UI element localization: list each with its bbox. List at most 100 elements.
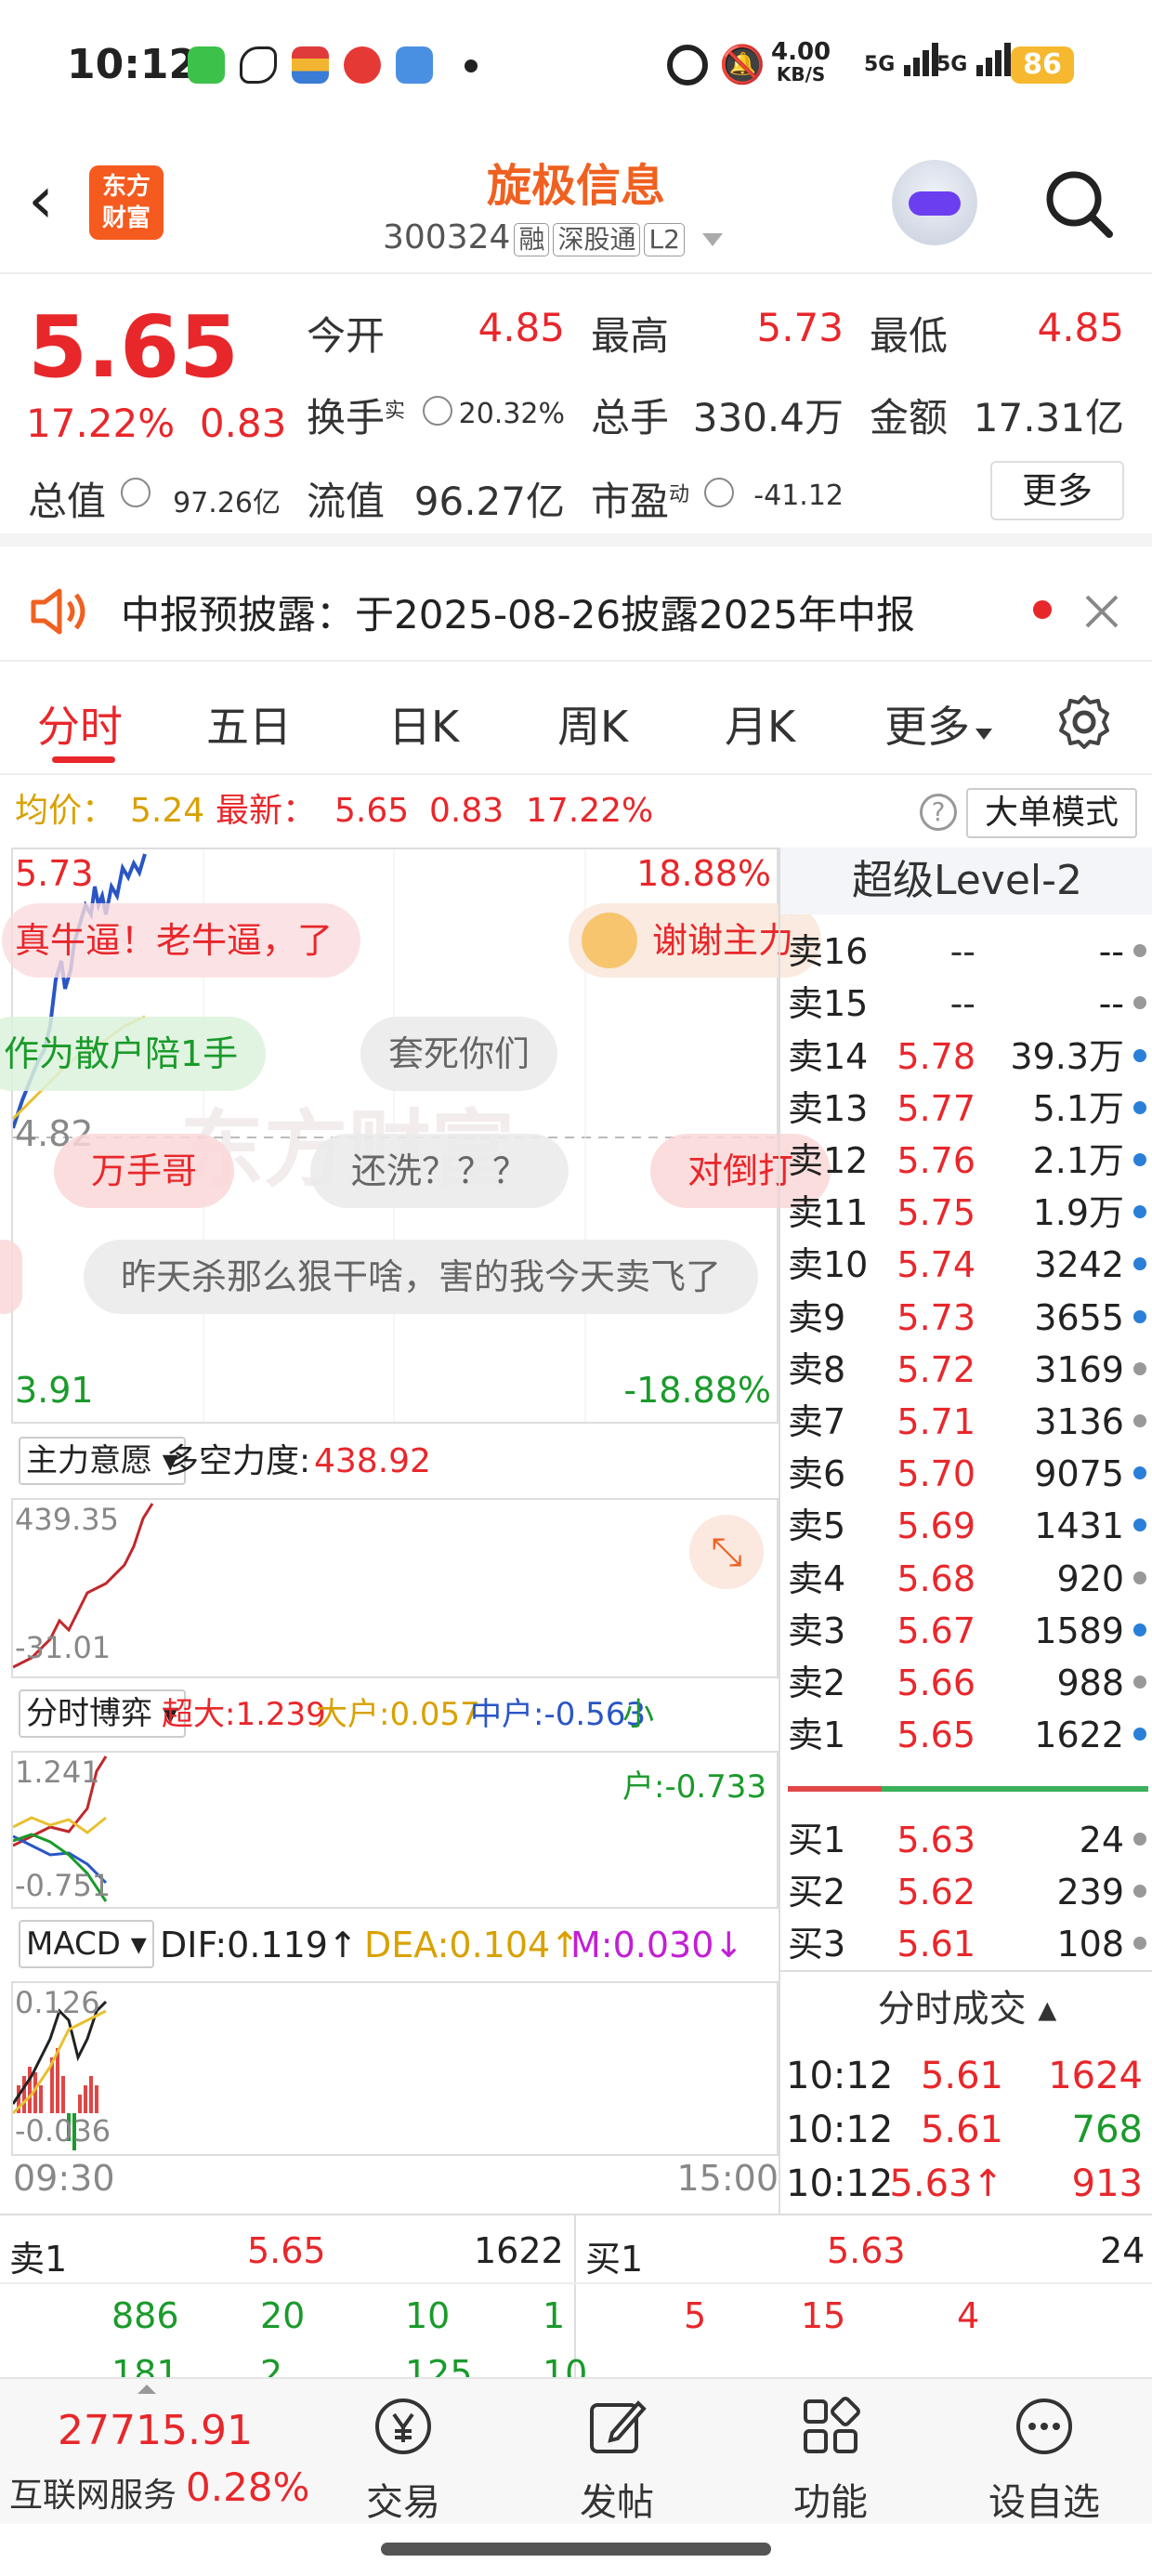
ask-row[interactable]: 卖2 5.66 988 bbox=[780, 1657, 1152, 1709]
home-indicator[interactable] bbox=[381, 2543, 771, 2556]
tab-five-day[interactable]: 五日 bbox=[206, 693, 292, 755]
ask-level-label: 卖14 bbox=[788, 1035, 869, 1077]
trade-button[interactable]: 交易 bbox=[329, 2394, 478, 2526]
deal-title[interactable]: 分时成交 ▴ bbox=[780, 1970, 1152, 2044]
tab-intraday[interactable]: 分时 bbox=[37, 693, 123, 755]
ask-price: 5.76 bbox=[897, 1140, 975, 1181]
ask-volume: 3169 bbox=[1034, 1348, 1124, 1390]
order-dot-icon bbox=[1133, 1257, 1146, 1271]
ask-level-label: 卖3 bbox=[788, 1610, 846, 1651]
ask-row[interactable]: 卖5 5.69 1431 bbox=[780, 1500, 1152, 1552]
ask-row[interactable]: 卖11 5.75 1.9万 bbox=[780, 1187, 1152, 1239]
stock-code-row[interactable]: 300324 融深股通 L2 bbox=[383, 218, 725, 256]
tab-more[interactable]: 更多 bbox=[884, 693, 994, 755]
settings-gear-icon[interactable] bbox=[1055, 693, 1113, 751]
deal-price: 5.63↑ bbox=[889, 2162, 1003, 2205]
add-watchlist-button[interactable]: 设自选 bbox=[970, 2394, 1119, 2526]
danmu-comment[interactable]: 还洗？？？ bbox=[310, 1134, 569, 1208]
ask-row[interactable]: 卖12 5.76 2.1万 bbox=[780, 1135, 1152, 1187]
game-dropdown[interactable]: 分时博弈 ▾ bbox=[19, 1689, 186, 1738]
weather-icon bbox=[396, 46, 433, 84]
amount-label: 金额 bbox=[870, 395, 949, 440]
tab-weekly-k[interactable]: 周K bbox=[557, 693, 628, 755]
ask-row[interactable]: 卖7 5.71 3136 bbox=[780, 1396, 1152, 1448]
main-force-value: 438.92 bbox=[314, 1442, 431, 1480]
ask-row[interactable]: 卖3 5.67 1589 bbox=[780, 1605, 1152, 1657]
deal-price: 5.61 bbox=[920, 2109, 1003, 2151]
tab-monthly-k[interactable]: 月K bbox=[725, 693, 795, 755]
order-dot-icon bbox=[1133, 996, 1146, 1010]
game-panel[interactable]: 1.241 -0.751 bbox=[11, 1751, 779, 1909]
bid-price: 5.62 bbox=[897, 1872, 975, 1912]
help-icon[interactable]: ? bbox=[920, 794, 957, 831]
danmu-comment[interactable]: 万手哥 bbox=[54, 1134, 235, 1208]
info-icon[interactable] bbox=[121, 478, 151, 507]
battery-icon: 86 bbox=[1011, 46, 1074, 84]
ask-volume: -- bbox=[1098, 931, 1124, 973]
bid-row[interactable]: 买3 5.61 108 bbox=[780, 1918, 1152, 1970]
ask-row[interactable]: 卖4 5.68 920 bbox=[780, 1553, 1152, 1605]
main-force-dropdown[interactable]: 主力意愿 ▾ bbox=[19, 1437, 186, 1485]
bid-row[interactable]: 买2 5.62 239 bbox=[780, 1866, 1152, 1918]
turnover-label: 换手实 bbox=[307, 395, 406, 440]
expand-up-icon[interactable] bbox=[137, 2385, 156, 2394]
robot-assistant-icon[interactable] bbox=[892, 160, 977, 245]
ask-row[interactable]: 卖6 5.70 9075 bbox=[780, 1448, 1152, 1500]
wallet-app-icon bbox=[292, 46, 329, 84]
high-label: 最高 bbox=[591, 313, 670, 359]
big-order-mode-button[interactable]: 大单模式 bbox=[966, 788, 1137, 838]
net-speed: 4.00 KB/S bbox=[771, 40, 831, 85]
macd-panel[interactable]: 0.126 -0.036 bbox=[11, 1981, 779, 2156]
quote-panel: 5.65 17.22% 0.83 今开 4.85 最高 5.73 最低 4.85… bbox=[0, 275, 1152, 546]
main-force-bottom: -31.01 bbox=[15, 1630, 111, 1665]
status-time: 10:12 bbox=[67, 41, 198, 88]
tab-daily-k[interactable]: 日K bbox=[388, 693, 459, 755]
notice-text: 中报预披露：于2025-08-26披露2025年中报 bbox=[121, 592, 915, 637]
level2-panel[interactable]: 卖17----卖16----卖15----卖145.7839.3万卖135.77… bbox=[779, 848, 1152, 2214]
ask-row[interactable]: 卖8 5.72 3169 bbox=[780, 1344, 1152, 1396]
ask-row[interactable]: 卖14 5.78 39.3万 bbox=[780, 1031, 1152, 1083]
info-icon[interactable] bbox=[704, 478, 734, 507]
deal-row: 10:12 5.63↑ 913 bbox=[780, 2156, 1152, 2212]
search-icon[interactable] bbox=[1041, 165, 1115, 240]
stock-code: 300324 bbox=[383, 218, 511, 256]
notice-bar[interactable]: 中报预披露：于2025-08-26披露2025年中报 bbox=[0, 559, 1152, 662]
ask-row[interactable]: 卖15 -- -- bbox=[780, 978, 1152, 1030]
expand-icon[interactable]: ⤡ bbox=[689, 1515, 764, 1589]
ask-price: -- bbox=[949, 983, 975, 1025]
connect-tag: 深股通 bbox=[553, 223, 641, 256]
danmu-comment[interactable]: 套死你们 bbox=[360, 1017, 558, 1091]
close-icon[interactable] bbox=[1083, 593, 1120, 630]
macd-dropdown[interactable]: MACD ▾ bbox=[19, 1920, 154, 1968]
macd-dif: DIF:0.119↑ bbox=[160, 1925, 358, 1965]
ask-row[interactable]: 卖1 5.65 1622 bbox=[780, 1709, 1152, 1761]
main-force-panel[interactable]: 439.35 -31.01 ⤡ bbox=[11, 1498, 779, 1678]
post-button[interactable]: 发帖 bbox=[543, 2394, 691, 2526]
level2-title[interactable]: 超级Level-2 bbox=[780, 848, 1152, 914]
ask-row[interactable]: 卖13 5.77 5.1万 bbox=[780, 1083, 1152, 1135]
bid-row[interactable]: 买1 5.63 24 bbox=[780, 1814, 1152, 1866]
order-dot-icon bbox=[1133, 1466, 1146, 1480]
function-button[interactable]: 功能 bbox=[756, 2394, 905, 2526]
main-force-top: 439.35 bbox=[15, 1502, 119, 1537]
quick-book: 卖1 5.65 1622 买1 5.63 24 886 20 10 1 181 2 125… bbox=[0, 2214, 1152, 2394]
level2-tag: L2 bbox=[644, 223, 685, 256]
deal-price: 5.61 bbox=[920, 2055, 1003, 2097]
ask-price: 5.65 bbox=[897, 1715, 975, 1756]
ask-level-label: 卖7 bbox=[788, 1401, 846, 1442]
ask-row[interactable]: 卖16 -- -- bbox=[780, 926, 1152, 978]
info-icon[interactable] bbox=[423, 396, 452, 426]
big-value: 大户:0.057 bbox=[316, 1696, 480, 1733]
danmu-comment[interactable]: 昨天杀那么狠干啥，害的我今天卖飞了 bbox=[84, 1240, 759, 1314]
macd-top: 0.126 bbox=[15, 1985, 100, 2020]
more-button[interactable]: 更多 bbox=[990, 461, 1124, 520]
ask-row[interactable]: 卖10 5.74 3242 bbox=[780, 1239, 1152, 1291]
ask-row[interactable]: 卖9 5.73 3655 bbox=[780, 1292, 1152, 1344]
ask-volume: 1.9万 bbox=[1032, 1192, 1124, 1234]
sector-name[interactable]: 互联网服务 bbox=[9, 2468, 177, 2517]
danmu-comment[interactable]: 真牛逼！老牛逼，了 bbox=[2, 903, 361, 978]
intraday-chart[interactable]: 东方财富 5.73 18.88% 4.82 3.91 -18.88% 真牛逼！老… bbox=[0, 848, 831, 1424]
open-value: 4.85 bbox=[478, 305, 565, 350]
danmu-comment[interactable]: 作为散户陪1手 bbox=[0, 1017, 267, 1091]
sector-index-value[interactable]: 27715.91 bbox=[58, 2407, 253, 2454]
